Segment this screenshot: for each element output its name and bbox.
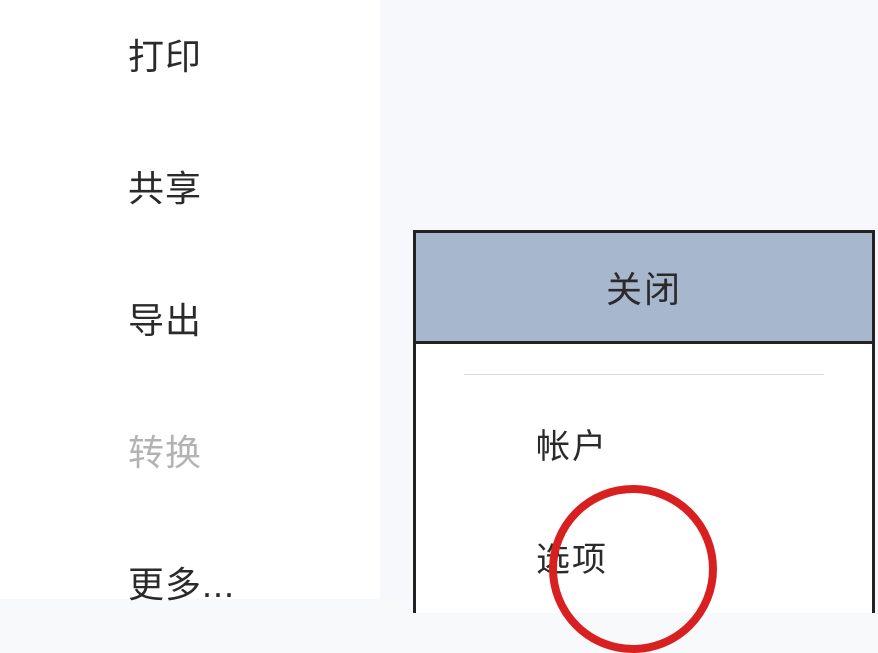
panel-item-options-label: 选项 [536,541,608,579]
sidebar-item-print[interactable]: 打印 [0,10,380,98]
sidebar-item-convert: 转换 [0,406,380,494]
divider [464,374,824,375]
popup-panel: 关闭 帐户 选项 [413,230,875,613]
sidebar-item-share[interactable]: 共享 [0,142,380,230]
sidebar-item-export[interactable]: 导出 [0,274,380,362]
panel-header-close[interactable]: 关闭 [416,233,872,344]
sidebar: 打印 共享 导出 转换 更多... [0,0,380,599]
panel-item-account[interactable]: 帐户 [464,387,824,500]
panel-body: 帐户 选项 [416,374,872,613]
panel-item-options[interactable]: 选项 [464,500,824,613]
sidebar-item-more[interactable]: 更多... [0,538,380,626]
